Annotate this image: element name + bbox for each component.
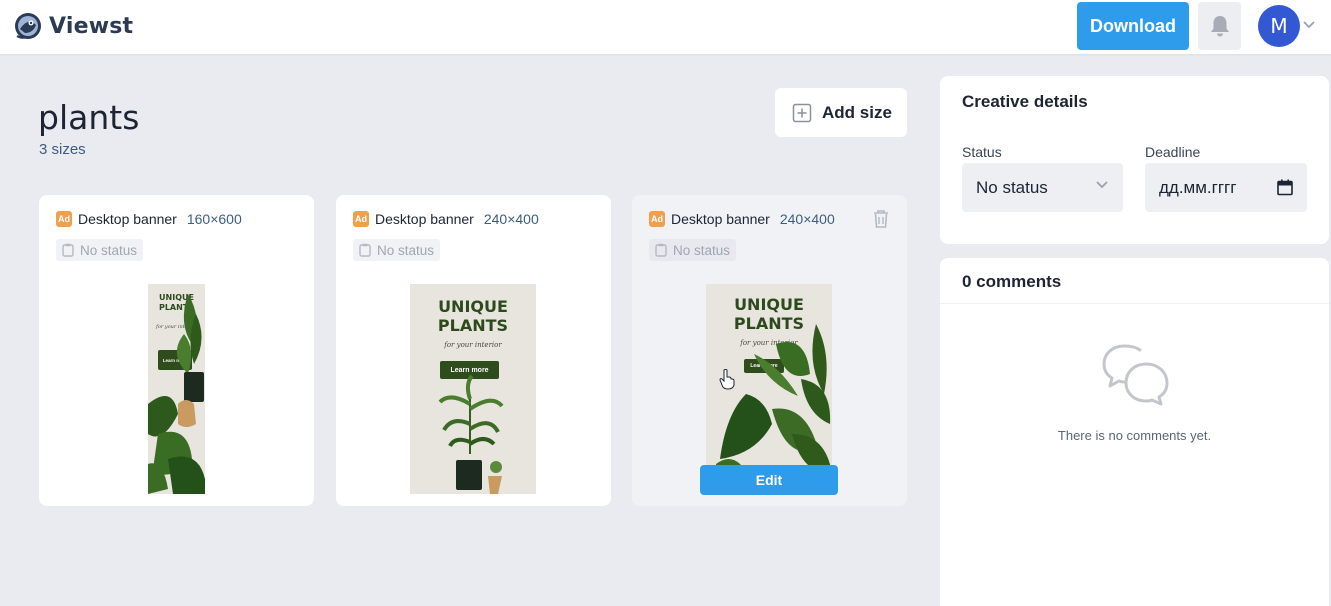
- ad-badge: Ad: [353, 211, 369, 227]
- clipboard-icon: [655, 243, 667, 257]
- creative-details-panel: Creative details Status Deadline No stat…: [940, 76, 1329, 244]
- chameleon-logo-icon: [15, 13, 41, 39]
- card-header: Ad Desktop banner 240×400: [649, 211, 835, 227]
- clipboard-icon: [359, 243, 371, 257]
- card-size: 240×400: [483, 211, 539, 227]
- plant-illustration: [148, 294, 205, 494]
- status-label: Status: [962, 144, 1002, 160]
- clipboard-icon: [62, 243, 74, 257]
- logo[interactable]: Viewst: [11, 9, 133, 43]
- status-text: No status: [80, 242, 138, 258]
- user-avatar[interactable]: M: [1258, 5, 1300, 47]
- status-select-value: No status: [976, 177, 1048, 197]
- banner-preview[interactable]: UNIQUE PLANTS for your interior Learn mo…: [148, 284, 205, 494]
- creative-card[interactable]: Ad Desktop banner 160×600 No status UNIQ…: [39, 195, 314, 506]
- empty-comments-text: There is no comments yet.: [1057, 428, 1212, 443]
- hand-cursor-icon: [719, 369, 735, 390]
- app-name: Viewst: [49, 13, 134, 39]
- chevron-down-icon[interactable]: [1302, 20, 1316, 30]
- plus-square-icon: [792, 103, 812, 122]
- sizes-count: 3 sizes: [39, 141, 86, 158]
- ad-badge: Ad: [56, 211, 72, 227]
- card-header: Ad Desktop banner 160×600: [56, 211, 242, 227]
- status-badge[interactable]: No status: [56, 239, 144, 261]
- status-badge[interactable]: No status: [649, 239, 737, 261]
- creative-card[interactable]: Ad Desktop banner 240×400 No status UNIQ…: [632, 195, 907, 506]
- trash-icon[interactable]: [872, 209, 890, 229]
- card-name: Desktop banner: [671, 211, 770, 227]
- plant-illustration: [438, 374, 504, 494]
- status-select[interactable]: No status: [962, 163, 1123, 212]
- deadline-date-input[interactable]: дд.мм.гггг: [1145, 163, 1307, 212]
- status-text: No status: [377, 242, 435, 258]
- calendar-icon[interactable]: [1277, 179, 1293, 196]
- edit-button[interactable]: Edit: [700, 465, 838, 495]
- add-size-button[interactable]: Add size: [775, 88, 907, 137]
- ad-badge: Ad: [649, 211, 665, 227]
- download-button[interactable]: Download: [1077, 2, 1189, 50]
- deadline-placeholder: дд.мм.гггг: [1159, 177, 1237, 197]
- card-size: 160×600: [186, 211, 242, 227]
- card-name: Desktop banner: [375, 211, 474, 227]
- card-size: 240×400: [779, 211, 835, 227]
- comments-header: 0 comments: [940, 258, 1329, 304]
- comments-title: 0 comments: [962, 272, 1062, 291]
- creative-card[interactable]: Ad Desktop banner 240×400 No status UNIQ…: [336, 195, 611, 506]
- top-bar: Viewst Download M: [0, 0, 1331, 54]
- chat-bubbles-icon: [1102, 344, 1169, 406]
- status-badge[interactable]: No status: [353, 239, 441, 261]
- card-header: Ad Desktop banner 240×400: [353, 211, 539, 227]
- chevron-down-icon: [1096, 181, 1108, 189]
- banner-preview[interactable]: UNIQUE PLANTS for your interior Learn mo…: [410, 284, 536, 494]
- panel-title: Creative details: [962, 92, 1088, 111]
- status-text: No status: [673, 242, 731, 258]
- add-size-label: Add size: [822, 102, 892, 122]
- project-title: plants: [38, 98, 140, 137]
- card-name: Desktop banner: [78, 211, 177, 227]
- deadline-label: Deadline: [1145, 144, 1201, 160]
- bell-icon: [1210, 16, 1229, 37]
- notifications-button[interactable]: [1198, 2, 1241, 50]
- comments-panel: 0 comments There is no comments yet.: [940, 258, 1329, 606]
